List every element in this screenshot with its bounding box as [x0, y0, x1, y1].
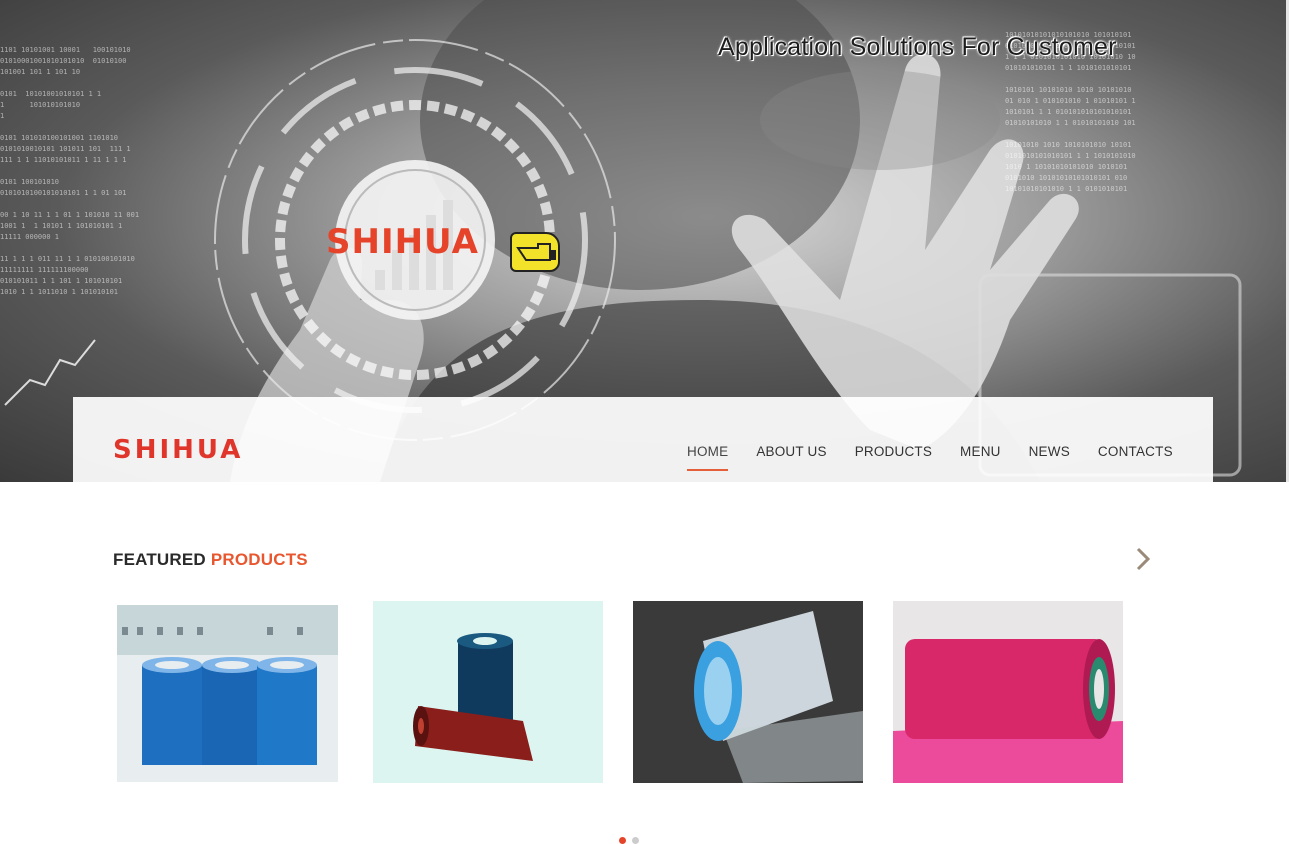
product-image-blue-red-rolls: [373, 601, 603, 783]
product-image-pink-roll: [893, 601, 1123, 783]
nav-links: HOME ABOUT US PRODUCTS MENU NEWS CONTACT…: [687, 444, 1201, 471]
product-card-1[interactable]: [117, 605, 338, 782]
main-navbar: SHIHUA HOME ABOUT US PRODUCTS MENU NEWS …: [73, 397, 1213, 482]
featured-products-title: FEATURED PRODUCTS: [113, 550, 308, 570]
product-card-3[interactable]: [633, 601, 863, 783]
hero-logo: SHIHUA: [326, 222, 479, 262]
product-card-2[interactable]: [373, 601, 603, 783]
chevron-right-icon[interactable]: [1133, 546, 1153, 572]
nav-news[interactable]: NEWS: [1029, 444, 1070, 471]
nav-contacts[interactable]: CONTACTS: [1098, 444, 1173, 471]
nav-home[interactable]: HOME: [687, 444, 729, 471]
site-logo[interactable]: SHIHUA: [113, 435, 243, 465]
binary-text-left: 1101 10101001 10001 100101010 0101000100…: [0, 46, 140, 296]
featured-title-part1: FEATURED: [113, 550, 206, 569]
nav-menu[interactable]: MENU: [960, 444, 1001, 471]
pointing-hand-icon: [510, 232, 560, 272]
hero-title: Application Solutions For Customer: [718, 33, 1117, 61]
product-card-4[interactable]: [893, 601, 1123, 783]
nav-products[interactable]: PRODUCTS: [855, 444, 932, 471]
product-image-blue-rolls: [117, 605, 338, 782]
featured-title-part2: PRODUCTS: [210, 550, 308, 569]
nav-about-us[interactable]: ABOUT US: [756, 444, 826, 471]
product-image-clear-roll: [633, 601, 863, 783]
